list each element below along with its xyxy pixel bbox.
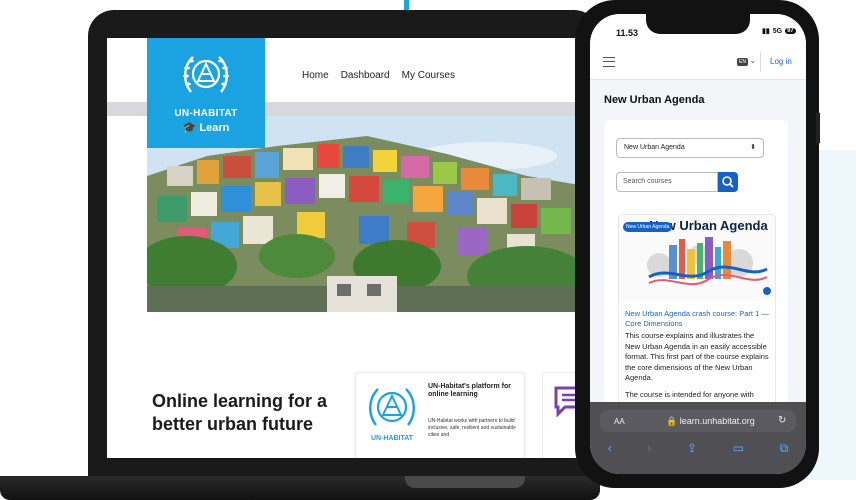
status-bar: 11.53 ▮▮ 5G 97 [590,14,806,44]
card-logo: UN-HABITAT [362,383,416,443]
site-logo[interactable]: UN-HABITAT 🎓 Learn [147,38,265,148]
select-caret-icon: ⬍ [750,144,756,151]
un-wreath-icon [183,56,229,93]
course-description-p1: This course explains and illustrates the… [625,331,769,382]
platform-card[interactable]: UN-HABITAT UN-Habitat's platform for onl… [355,372,525,458]
status-indicators: ▮▮ 5G 97 [762,27,796,35]
logo-learn-label: Learn [199,122,230,134]
url-text: learn.unhabitat.org [679,416,755,426]
phone-side-button [816,112,820,144]
language-icon: EN [737,58,748,66]
dynamic-island [646,14,750,34]
card-title: UN-Habitat's platform for online learnin… [428,383,511,398]
hero-headline: Online learning for a better urban futur… [152,391,328,434]
course-panel: New Urban Agenda ⬍ Search courses New Ur… [604,120,788,440]
browser-bar: AA 🔒 learn.unhabitat.org ↻ ‹ › ⇪ ▭ ⧉ [590,402,806,474]
nav-home-link[interactable]: Home [302,70,329,81]
language-menu[interactable]: EN ⌄ [737,57,756,66]
nav-my-courses-link[interactable]: My Courses [402,70,455,81]
marketing-scene: Home Dashboard My Courses UN-HABITAT 🎓 L… [0,0,856,500]
main-nav: Home Dashboard My Courses [302,70,455,81]
course-description-p2: The course is intended for anyone with [625,389,754,399]
graduation-cap-icon: 🎓 [182,122,197,134]
login-link[interactable]: Log in [770,57,792,66]
signal-icon: ▮▮ [762,28,770,35]
share-icon[interactable]: ⇪ [687,441,697,455]
battery-indicator: 97 [785,28,796,34]
forward-icon[interactable]: › [647,441,651,455]
browser-toolbar: ‹ › ⇪ ▭ ⧉ [590,438,806,458]
logo-learn: 🎓 Learn [147,121,265,134]
search-icon [722,176,734,188]
network-label: 5G [772,27,783,35]
card-logo-label: UN-HABITAT [370,435,414,442]
course-description: This course explains and illustrates the… [625,331,771,400]
laptop-screen: Home Dashboard My Courses UN-HABITAT 🎓 L… [107,38,585,458]
logo-wordmark: UN-HABITAT [174,108,238,119]
text-size-button[interactable]: AA [614,417,625,426]
category-select[interactable]: New Urban Agenda ⬍ [616,138,764,158]
laptop-notch [405,476,525,488]
nav-dashboard-link[interactable]: Dashboard [341,70,390,81]
app-bar-divider [760,52,761,72]
card-body: UN-Habitat works with partners to build … [428,418,516,438]
reload-icon[interactable]: ↻ [778,415,786,426]
search-button[interactable] [718,172,738,192]
page-title: New Urban Agenda [604,94,705,106]
chevron-down-icon: ⌄ [749,58,756,65]
phone-screen: 11.53 ▮▮ 5G 97 EN ⌄ Log in New Urban Age… [590,14,806,474]
back-icon[interactable]: ‹ [608,441,612,455]
status-time: 11.53 [616,28,639,38]
bookmarks-icon[interactable]: ▭ [733,441,744,455]
category-select-value: New Urban Agenda [624,144,685,151]
course-image: New Urban Agenda New Urban Agenda [619,215,775,301]
course-title-link[interactable]: New Urban Agenda crash course: Part 1 — … [625,309,771,329]
lock-icon: 🔒 [666,416,678,426]
hamburger-menu-icon[interactable] [603,57,615,67]
app-bar: EN ⌄ Log in [590,44,806,80]
tabs-icon[interactable]: ⧉ [780,441,789,456]
address-bar[interactable]: AA 🔒 learn.unhabitat.org ↻ [600,410,796,432]
un-habitat-emblem-icon [369,388,415,426]
course-search-input[interactable]: Search courses [616,172,718,192]
url-display: 🔒 learn.unhabitat.org [666,416,755,427]
course-category-badge: New Urban Agenda [623,222,673,232]
